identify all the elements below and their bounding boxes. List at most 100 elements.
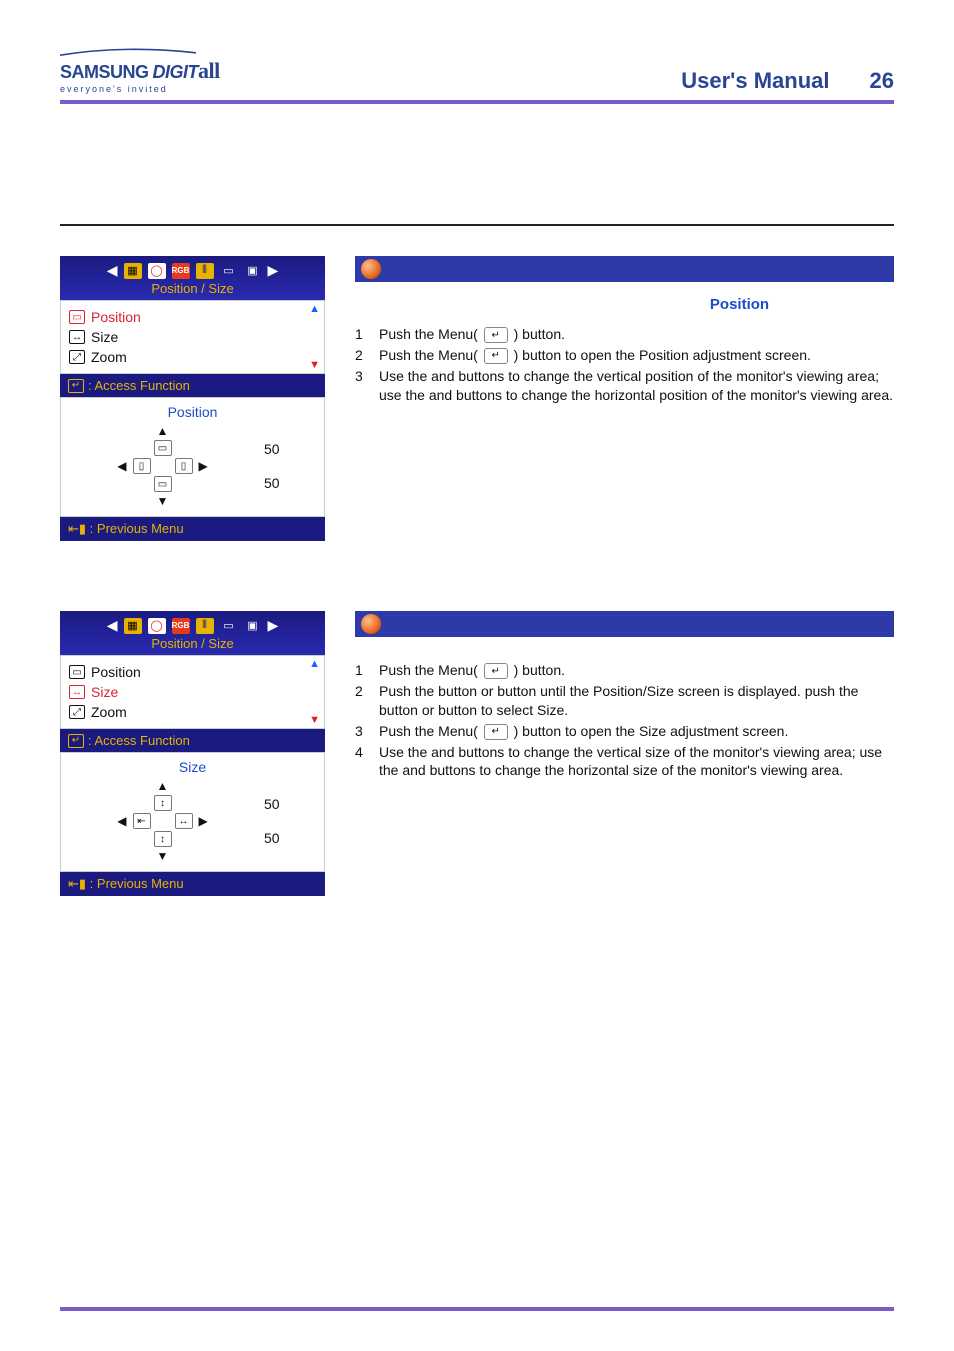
scroll-down-icon[interactable]: ▼ xyxy=(309,359,320,371)
osd-panel-position: ◀ ▦ ◯ RGB ⦀ ▭ ▣ ▶ Position / Size ▲ ▭Pos… xyxy=(60,256,325,541)
menu-item-label: Size xyxy=(91,329,118,345)
instruction-steps: 1Push the Menu( ↵ ) button. 2Push the bu… xyxy=(355,661,894,780)
left-arrow-icon[interactable]: ◀ xyxy=(117,459,126,473)
pip-tab-icon[interactable]: ▣ xyxy=(244,263,262,279)
osd-tab-bar: ◀ ▦ ◯ RGB ⦀ ▭ ▣ ▶ Position / Size xyxy=(60,611,325,655)
access-label: : Access Function xyxy=(88,733,190,748)
osd-tab-bar: ◀ ▦ ◯ RGB ⦀ ▭ ▣ ▶ Position / Size xyxy=(60,256,325,300)
right-arrow-icon[interactable]: ▶ xyxy=(199,814,208,828)
screen-tall-icon: ↕ xyxy=(154,795,172,811)
menu-item-label: Position xyxy=(91,664,141,680)
menu-item-zoom[interactable]: ⤢ Zoom xyxy=(69,347,316,367)
osd-previous-hint: ⇤▮ : Previous Menu xyxy=(60,517,325,541)
down-arrow-icon[interactable]: ▼ xyxy=(157,849,169,863)
osd-adjust-panel: Size ▲ ↕ ◀⇤ ↔▶ ↕ ▼ 50 50 xyxy=(60,752,325,872)
right-arrow-icon[interactable]: ▶ xyxy=(199,459,208,473)
page-number: 26 xyxy=(870,68,894,94)
nav-right-icon[interactable]: ▶ xyxy=(268,262,279,279)
exit-key-icon: ⇤▮ xyxy=(68,521,90,536)
bars-tab-icon[interactable]: ⦀ xyxy=(196,263,214,279)
enter-button-icon: ↵ xyxy=(484,663,508,679)
section-divider xyxy=(60,224,894,226)
scroll-down-icon[interactable]: ▼ xyxy=(309,714,320,726)
h-size-value: 50 xyxy=(264,796,280,812)
step-number: 3 xyxy=(355,367,369,405)
osd-access-hint: ↵: Access Function xyxy=(60,374,325,397)
footer-rule xyxy=(60,1307,894,1311)
brand-logo: SAMSUNG DIGITall everyone's invited xyxy=(60,40,230,94)
osd-adjust-title: Size xyxy=(61,759,324,775)
instruction-steps: 1Push the Menu( ↵ ) button. 2Push the Me… xyxy=(355,325,894,405)
page-tab-icon[interactable]: ▭ xyxy=(220,618,238,634)
screen-short-icon: ↕ xyxy=(154,831,172,847)
step-text: Use the and buttons to change the vertic… xyxy=(379,743,894,781)
bullet-dot-icon xyxy=(361,259,381,279)
position-size-tab-icon[interactable]: ▦ xyxy=(124,263,142,279)
scroll-up-icon[interactable]: ▲ xyxy=(309,303,320,315)
enter-key-icon: ↵ xyxy=(68,379,84,393)
enter-button-icon: ↵ xyxy=(484,327,508,343)
nav-left-icon[interactable]: ◀ xyxy=(107,617,118,634)
section-size: ◀ ▦ ◯ RGB ⦀ ▭ ▣ ▶ Position / Size ▲ ▭Pos… xyxy=(60,611,894,896)
screen-right-icon: ▯ xyxy=(175,458,193,474)
osd-tab-title: Position / Size xyxy=(151,636,233,651)
header-rule xyxy=(60,100,894,104)
position-size-tab-icon[interactable]: ▦ xyxy=(124,618,142,634)
nav-left-icon[interactable]: ◀ xyxy=(107,262,118,279)
size-item-icon: ↔ xyxy=(69,685,85,699)
zoom-item-icon: ⤢ xyxy=(69,350,85,364)
brand-main: SAMSUNG xyxy=(60,62,149,82)
down-arrow-icon[interactable]: ▼ xyxy=(157,494,169,508)
osd-menu-list: ▲ ▭Position ↔ Size ⤢ Zoom ▼ xyxy=(60,655,325,729)
osd-menu-list: ▲ ▭Position ↔Size ⤢ Zoom ▼ xyxy=(60,300,325,374)
step-text: Push the button or button until the Posi… xyxy=(379,682,894,720)
step-number: 3 xyxy=(355,722,369,741)
pip-tab-icon[interactable]: ▣ xyxy=(244,618,262,634)
menu-item-size[interactable]: ↔Size xyxy=(69,327,316,347)
step-number: 2 xyxy=(355,346,369,365)
up-arrow-icon[interactable]: ▲ xyxy=(157,424,169,438)
bars-tab-icon[interactable]: ⦀ xyxy=(196,618,214,634)
geometry-tab-icon[interactable]: ◯ xyxy=(148,263,166,279)
screen-left-icon: ▯ xyxy=(133,458,151,474)
menu-item-position[interactable]: ▭Position xyxy=(69,662,316,682)
rgb-tab-icon[interactable]: RGB xyxy=(172,618,190,634)
page-tab-icon[interactable]: ▭ xyxy=(220,263,238,279)
enter-button-icon: ↵ xyxy=(484,348,508,364)
menu-item-size[interactable]: ↔ Size xyxy=(69,682,316,702)
logo-swoosh-icon xyxy=(60,48,196,56)
menu-item-label: Size xyxy=(91,684,118,700)
up-arrow-icon[interactable]: ▲ xyxy=(157,779,169,793)
zoom-item-icon: ⤢ xyxy=(69,705,85,719)
menu-item-position[interactable]: ▭Position xyxy=(69,307,316,327)
step-text: Push the Menu( ↵ ) button. xyxy=(379,661,894,680)
prev-label: : Previous Menu xyxy=(90,521,184,536)
instruction-heading-band xyxy=(355,611,894,637)
left-arrow-icon[interactable]: ◀ xyxy=(117,814,126,828)
v-size-value: 50 xyxy=(264,830,280,846)
step-text: Push the Menu( ↵ ) button to open the Po… xyxy=(379,346,894,365)
osd-access-hint: ↵: Access Function xyxy=(60,729,325,752)
step-number: 2 xyxy=(355,682,369,720)
instructions-size: 1Push the Menu( ↵ ) button. 2Push the bu… xyxy=(355,611,894,896)
menu-item-label: Position xyxy=(91,309,141,325)
brand-tagline: everyone's invited xyxy=(60,84,230,94)
osd-panel-size: ◀ ▦ ◯ RGB ⦀ ▭ ▣ ▶ Position / Size ▲ ▭Pos… xyxy=(60,611,325,896)
geometry-tab-icon[interactable]: ◯ xyxy=(148,618,166,634)
menu-item-zoom[interactable]: ⤢ Zoom xyxy=(69,702,316,722)
rgb-tab-icon[interactable]: RGB xyxy=(172,263,190,279)
instructions-position: Position 1Push the Menu( ↵ ) button. 2Pu… xyxy=(355,256,894,541)
osd-adjust-panel: Position ▲ ▭ ◀▯ ▯▶ ▭ ▼ 50 50 xyxy=(60,397,325,517)
screen-narrow-icon: ⇤ xyxy=(133,813,151,829)
step-text: Push the Menu( ↵ ) button to open the Si… xyxy=(379,722,894,741)
nav-right-icon[interactable]: ▶ xyxy=(268,617,279,634)
bullet-dot-icon xyxy=(361,614,381,634)
doc-title: User's Manual xyxy=(681,68,829,94)
section-position: ◀ ▦ ◯ RGB ⦀ ▭ ▣ ▶ Position / Size ▲ ▭Pos… xyxy=(60,256,894,541)
scroll-up-icon[interactable]: ▲ xyxy=(309,658,320,670)
menu-item-label: Zoom xyxy=(91,704,127,720)
step-text: Push the Menu( ↵ ) button. xyxy=(379,325,894,344)
menu-item-label: Zoom xyxy=(91,349,127,365)
v-position-value: 50 xyxy=(264,475,280,491)
osd-previous-hint: ⇤▮ : Previous Menu xyxy=(60,872,325,896)
